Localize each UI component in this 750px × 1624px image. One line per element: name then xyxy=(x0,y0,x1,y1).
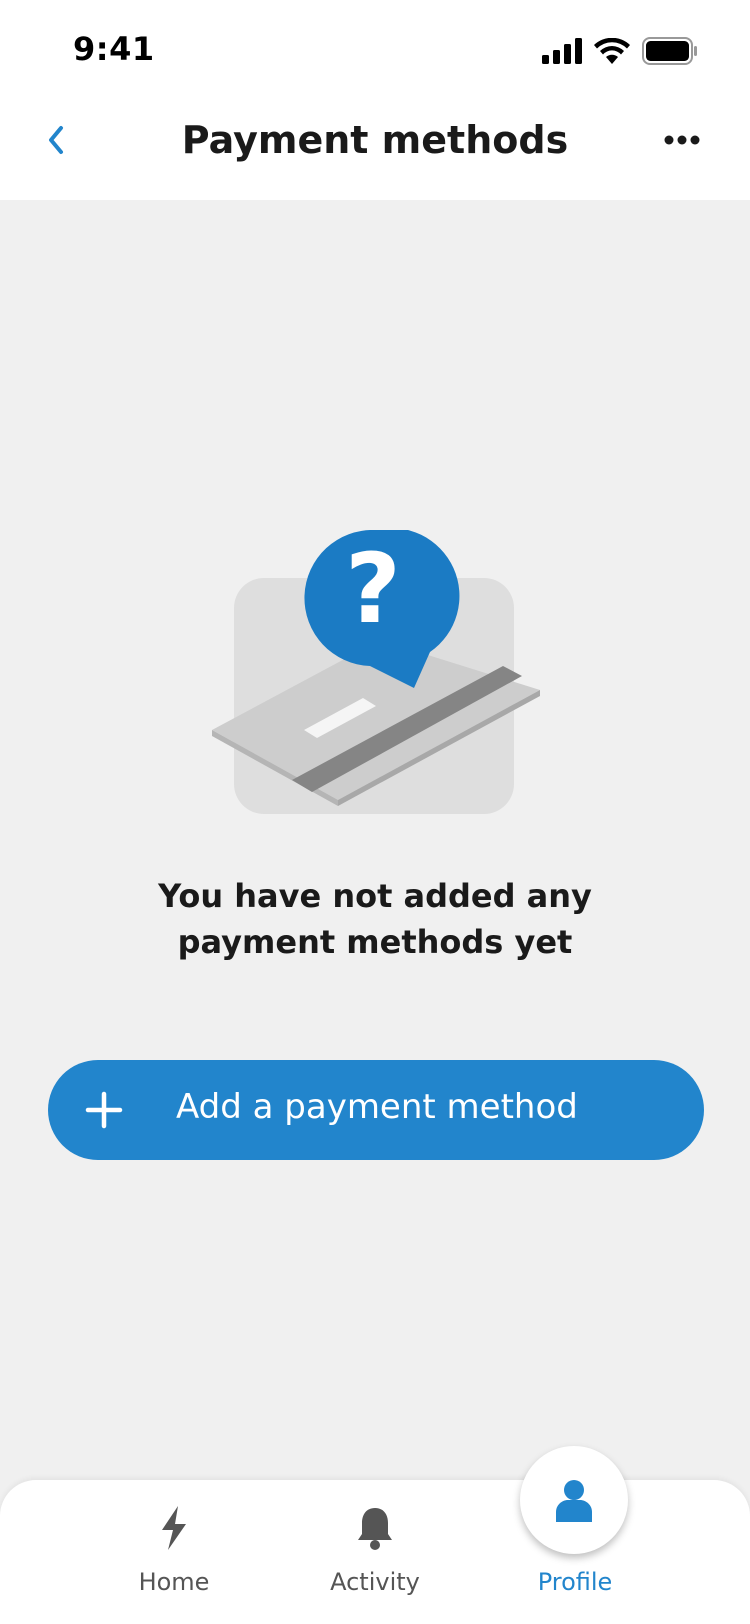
more-options-button[interactable] xyxy=(658,116,706,164)
add-payment-method-label: Add a payment method xyxy=(176,1087,578,1127)
add-payment-method-button[interactable]: Add a payment method xyxy=(48,1060,704,1160)
empty-state-message: You have not added any payment methods y… xyxy=(100,873,650,965)
tab-activity-label: Activity xyxy=(330,1568,420,1596)
status-time: 9:41 xyxy=(73,30,155,68)
bottom-tab-bar: Home Activity Profile xyxy=(0,1480,750,1624)
lightning-icon xyxy=(162,1506,186,1550)
page-title: Payment methods xyxy=(181,118,569,162)
empty-state-line-2: payment methods yet xyxy=(177,923,573,961)
empty-state-illustration: ? xyxy=(200,527,550,830)
tab-home[interactable]: Home xyxy=(74,1480,274,1624)
signal-icon xyxy=(542,38,582,64)
battery-icon xyxy=(642,37,697,65)
tab-activity[interactable]: Activity xyxy=(275,1480,475,1624)
bell-icon xyxy=(358,1508,392,1550)
person-icon xyxy=(556,1480,592,1522)
status-icons xyxy=(542,36,698,66)
tab-profile-label: Profile xyxy=(537,1568,613,1596)
more-horizontal-icon xyxy=(664,135,700,145)
svg-text:?: ? xyxy=(345,533,401,645)
credit-card-question-icon: ? xyxy=(212,527,540,814)
top-bar: 9:41 Payment methods xyxy=(0,0,750,200)
tab-home-label: Home xyxy=(138,1568,210,1596)
wifi-icon xyxy=(594,38,630,64)
profile-tab-bubble[interactable] xyxy=(520,1446,628,1554)
empty-state-line-1: You have not added any xyxy=(158,877,592,915)
plus-icon xyxy=(85,1091,123,1129)
